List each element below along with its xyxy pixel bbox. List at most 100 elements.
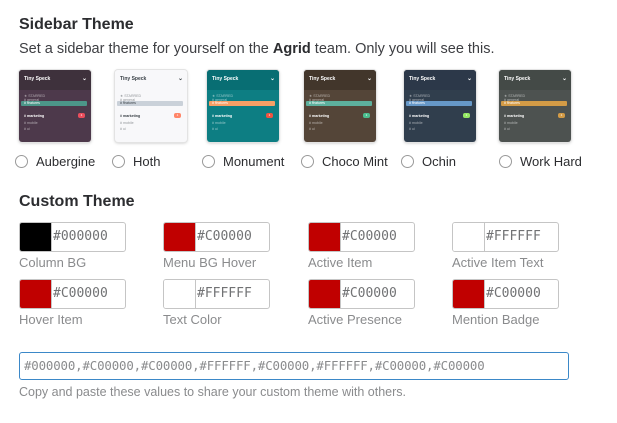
color-preview-swatch[interactable] — [20, 280, 52, 308]
description-text-end: team. Only you will see this. — [310, 41, 495, 57]
color-field-label: Mention Badge — [452, 312, 540, 327]
color-field-label: Active Item — [308, 255, 373, 270]
theme-values-input[interactable]: #000000,#C00000,#C00000,#FFFFFF,#C00000,… — [19, 352, 569, 380]
theme-preview-thumbnail[interactable]: Tiny Speck ⌄ ★ STARRED # features # general #… — [115, 70, 187, 142]
thumb-mention-badge: 1 — [463, 113, 470, 118]
theme-radio-label[interactable]: Ochin — [422, 154, 456, 169]
color-field-label: Hover Item — [19, 312, 83, 327]
thumb-channel-marketing: # marketing — [24, 114, 45, 118]
theme-radio-label[interactable]: Choco Mint — [322, 154, 388, 169]
thumb-channel-ui: # ui — [120, 127, 126, 131]
color-swatch-field: #C00000 Hover Item — [19, 279, 165, 329]
color-field-label: Active Presence — [308, 312, 402, 327]
thumb-channel-ui: # ui — [24, 127, 30, 131]
sidebar-theme-heading: Sidebar Theme — [19, 16, 134, 33]
color-swatch-field: #000000 Column BG — [19, 222, 165, 272]
color-preview-swatch[interactable] — [453, 280, 485, 308]
thumb-channel-marketing: # marketing — [309, 114, 330, 118]
team-name: Agrid — [272, 41, 311, 57]
color-hex-value[interactable]: #C00000 — [53, 286, 108, 301]
thumb-team-name: Tiny Speck ⌄ — [499, 70, 571, 90]
theme-radio-button[interactable] — [401, 155, 414, 168]
thumb-mention-badge: 1 — [363, 113, 370, 118]
thumb-team-label: Tiny Speck — [504, 76, 531, 82]
theme-radio-button[interactable] — [301, 155, 314, 168]
chevron-down-icon: ⌄ — [81, 76, 87, 82]
color-hex-value[interactable]: #000000 — [53, 229, 108, 244]
theme-preview-thumbnail[interactable]: Tiny Speck ⌄ ★ STARRED # features # general #… — [19, 70, 91, 142]
color-preview-swatch[interactable] — [453, 223, 485, 251]
thumb-channel-ui: # ui — [309, 127, 315, 131]
color-hex-value[interactable]: #C00000 — [486, 286, 541, 301]
color-preview-swatch[interactable] — [20, 223, 52, 251]
color-input[interactable]: #C00000 — [163, 222, 270, 252]
theme-radio-button[interactable] — [202, 155, 215, 168]
theme-preview-thumbnail[interactable]: Tiny Speck ⌄ ★ STARRED # features # general #… — [304, 70, 376, 142]
theme-radio-button[interactable] — [499, 155, 512, 168]
sidebar-theme-description: Set a sidebar theme for yourself on the … — [19, 41, 495, 57]
thumb-team-name: Tiny Speck ⌄ — [115, 70, 187, 90]
theme-radio-row[interactable]: Aubergine — [15, 154, 95, 169]
theme-radio-row[interactable]: Monument — [202, 154, 284, 169]
thumb-channel-general: # general — [212, 98, 227, 102]
color-swatch-field: #C00000 Menu BG Hover — [163, 222, 309, 272]
theme-radio-label[interactable]: Monument — [223, 154, 284, 169]
theme-preview-thumbnail[interactable]: Tiny Speck ⌄ ★ STARRED # features # general #… — [404, 70, 476, 142]
theme-radio-label[interactable]: Aubergine — [36, 154, 95, 169]
color-swatch-field: #FFFFFF Text Color — [163, 279, 309, 329]
theme-radio-button[interactable] — [112, 155, 125, 168]
color-swatch-field: #C00000 Active Presence — [308, 279, 454, 329]
color-input[interactable]: #C00000 — [452, 279, 559, 309]
thumb-channel-marketing: # marketing — [504, 114, 525, 118]
color-input[interactable]: #FFFFFF — [452, 222, 559, 252]
thumb-channel-marketing: # marketing — [409, 114, 430, 118]
theme-preview-thumbnail[interactable]: Tiny Speck ⌄ ★ STARRED # features # general #… — [499, 70, 571, 142]
chevron-down-icon: ⌄ — [466, 76, 472, 82]
thumb-channel-mobile: # mobile — [24, 121, 38, 125]
thumb-channel-ui: # ui — [409, 127, 415, 131]
thumb-channel-general: # general — [24, 98, 39, 102]
thumb-mention-badge: 1 — [174, 113, 181, 118]
thumb-team-name: Tiny Speck ⌄ — [207, 70, 279, 90]
color-input[interactable]: #C00000 — [19, 279, 126, 309]
thumb-channel-mobile: # mobile — [309, 121, 323, 125]
theme-radio-row[interactable]: Work Hard — [499, 154, 582, 169]
theme-radio-row[interactable]: Ochin — [401, 154, 456, 169]
thumb-channel-general: # general — [504, 98, 519, 102]
description-text: Set a sidebar theme for yourself on the — [19, 41, 273, 57]
color-input[interactable]: #FFFFFF — [163, 279, 270, 309]
color-hex-value[interactable]: #FFFFFF — [197, 286, 252, 301]
theme-radio-label[interactable]: Work Hard — [520, 154, 582, 169]
color-hex-value[interactable]: #C00000 — [342, 229, 397, 244]
thumb-channel-ui: # ui — [504, 127, 510, 131]
thumb-team-label: Tiny Speck — [24, 76, 51, 82]
color-field-label: Text Color — [163, 312, 222, 327]
thumb-channel-mobile: # mobile — [409, 121, 423, 125]
thumb-channel-general: # general — [409, 98, 424, 102]
color-hex-value[interactable]: #C00000 — [197, 229, 252, 244]
theme-radio-row[interactable]: Choco Mint — [301, 154, 388, 169]
color-swatch-field: #C00000 Active Item — [308, 222, 454, 272]
color-preview-swatch[interactable] — [164, 280, 196, 308]
color-input[interactable]: #000000 — [19, 222, 126, 252]
thumb-team-name: Tiny Speck ⌄ — [404, 70, 476, 90]
theme-radio-button[interactable] — [15, 155, 28, 168]
color-preview-swatch[interactable] — [309, 280, 341, 308]
thumb-channel-mobile: # mobile — [212, 121, 226, 125]
theme-preview-thumbnail[interactable]: Tiny Speck ⌄ ★ STARRED # features # general #… — [207, 70, 279, 142]
theme-radio-row[interactable]: Hoth — [112, 154, 160, 169]
thumb-team-label: Tiny Speck — [120, 76, 147, 82]
chevron-down-icon: ⌄ — [177, 76, 183, 82]
theme-radio-label[interactable]: Hoth — [133, 154, 160, 169]
color-swatch-field: #C00000 Mention Badge — [452, 279, 598, 329]
color-hex-value[interactable]: #FFFFFF — [486, 229, 541, 244]
thumb-team-name: Tiny Speck ⌄ — [304, 70, 376, 90]
thumb-team-label: Tiny Speck — [309, 76, 336, 82]
color-hex-value[interactable]: #C00000 — [342, 286, 397, 301]
color-input[interactable]: #C00000 — [308, 222, 415, 252]
chevron-down-icon: ⌄ — [366, 76, 372, 82]
color-input[interactable]: #C00000 — [308, 279, 415, 309]
chevron-down-icon: ⌄ — [269, 76, 275, 82]
color-preview-swatch[interactable] — [309, 223, 341, 251]
color-preview-swatch[interactable] — [164, 223, 196, 251]
